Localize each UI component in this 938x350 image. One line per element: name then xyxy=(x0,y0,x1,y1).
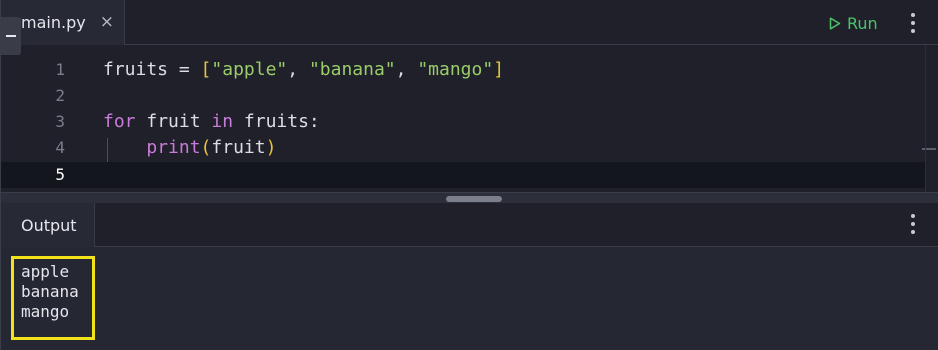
tab-label: main.py xyxy=(21,13,86,32)
output-highlight-box: apple banana mango xyxy=(11,256,95,340)
code-area[interactable]: 1 fruits = ["apple", "banana", "mango"] … xyxy=(1,45,938,192)
play-outline-icon xyxy=(829,16,841,30)
code-text: for fruit in fruits: xyxy=(103,111,320,132)
minus-icon[interactable] xyxy=(1,17,21,55)
editor-tab-bar: main.py × Run xyxy=(1,0,938,45)
code-editor-app: main.py × Run 1 fruits = ["apple", "bana… xyxy=(0,0,938,350)
indent-guide xyxy=(107,138,108,162)
output-line: banana xyxy=(21,282,79,301)
code-line-current: 5 xyxy=(1,162,925,188)
editor-menu-kebab-icon[interactable] xyxy=(910,13,916,33)
line-number: 2 xyxy=(55,86,65,105)
line-number: 4 xyxy=(55,138,65,157)
editor-scrollbar[interactable] xyxy=(925,45,938,192)
line-number: 5 xyxy=(55,165,65,184)
output-console: apple banana mango xyxy=(1,247,938,350)
code-text: fruits = ["apple", "banana", "mango"] xyxy=(103,59,505,80)
output-line: apple xyxy=(21,262,70,281)
output-tab-bar: Output xyxy=(1,203,938,247)
run-label: Run xyxy=(847,13,878,33)
code-line: 3 for fruit in fruits: xyxy=(1,109,925,135)
output-tab-label: Output xyxy=(21,215,77,235)
code-line: 4 print(fruit) xyxy=(1,135,925,161)
run-button[interactable]: Run xyxy=(829,12,878,34)
output-line: mango xyxy=(21,302,70,321)
line-number: 1 xyxy=(55,60,65,79)
output-menu-kebab-icon[interactable] xyxy=(910,214,916,234)
code-line: 1 fruits = ["apple", "banana", "mango"] xyxy=(1,57,925,83)
line-number: 3 xyxy=(55,112,65,131)
code-line: 2 xyxy=(1,83,925,109)
code-text: print(fruit) xyxy=(146,137,277,158)
tab-output[interactable]: Output xyxy=(1,203,95,247)
resize-handle[interactable] xyxy=(446,196,502,202)
close-icon[interactable]: × xyxy=(100,14,114,31)
